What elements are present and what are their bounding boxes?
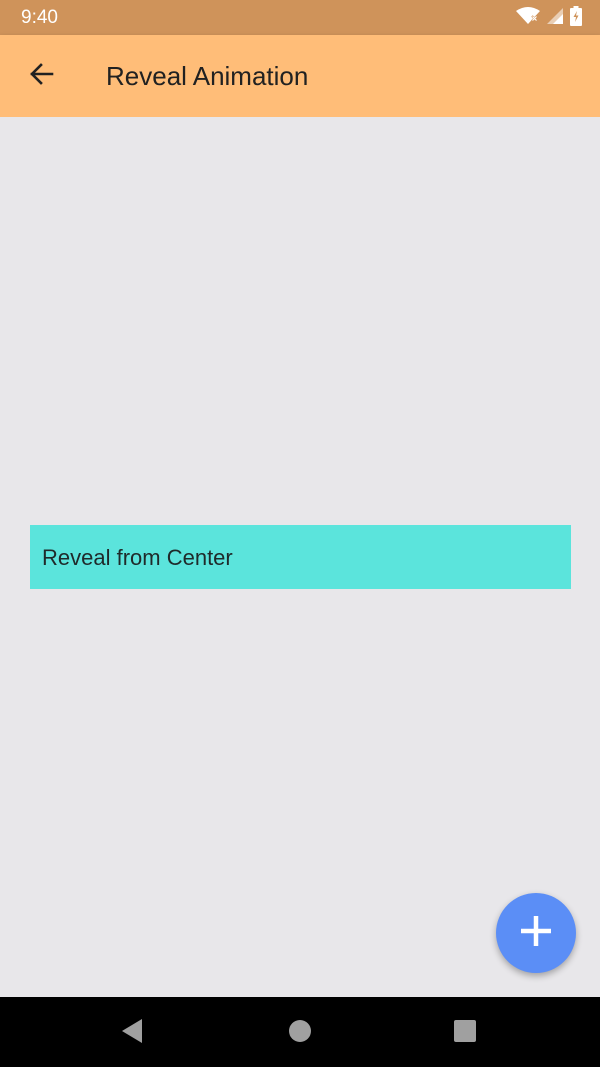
content-area: Reveal from Center bbox=[0, 117, 600, 997]
system-nav-bar bbox=[0, 997, 600, 1067]
back-triangle-icon bbox=[120, 1018, 144, 1049]
add-fab-button[interactable] bbox=[496, 893, 576, 973]
status-time: 9:40 bbox=[21, 7, 58, 28]
nav-home-button[interactable] bbox=[284, 1017, 316, 1049]
reveal-banner: Reveal from Center bbox=[30, 525, 571, 589]
recents-square-icon bbox=[453, 1019, 477, 1048]
back-button[interactable] bbox=[20, 55, 62, 97]
nav-recents-button[interactable] bbox=[449, 1017, 481, 1049]
reveal-label: Reveal from Center bbox=[42, 545, 233, 570]
page-title: Reveal Animation bbox=[106, 61, 309, 91]
status-bar: 9:40 bbox=[0, 0, 600, 35]
wifi-icon bbox=[516, 6, 540, 30]
signal-icon bbox=[546, 7, 564, 30]
home-circle-icon bbox=[288, 1019, 312, 1048]
battery-icon bbox=[570, 5, 582, 31]
arrow-back-icon bbox=[28, 62, 54, 91]
nav-back-button[interactable] bbox=[116, 1017, 148, 1049]
status-icons bbox=[516, 5, 582, 31]
plus-icon bbox=[519, 914, 553, 953]
app-bar: Reveal Animation bbox=[0, 35, 600, 117]
